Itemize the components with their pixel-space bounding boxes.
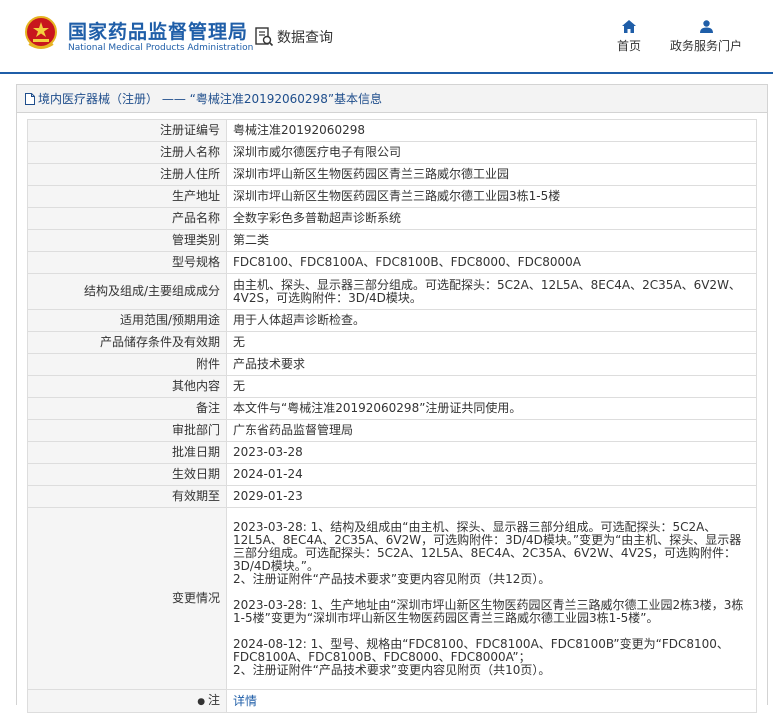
data-query-label: 数据查询 <box>277 30 333 46</box>
field-value: 2023-03-28 <box>226 441 757 464</box>
user-icon <box>699 20 713 33</box>
table-row: 注册证编号 粤械注准20192060298 <box>27 119 757 142</box>
field-label: 批准日期 <box>27 441 227 464</box>
table-row-changes: 变更情况 2023-03-28: 1、结构及组成由“由主机、探头、显示器三部分组成… <box>27 507 757 690</box>
change-line: 2023-03-28: 1、生产地址由“深圳市坪山新区生物医药园区青兰三路威尔德… <box>233 597 744 625</box>
site-title: 国家药品监督管理局 <box>68 21 249 43</box>
field-value: 粤械注准20192060298 <box>226 119 757 142</box>
field-value: 广东省药品监督管理局 <box>226 419 757 442</box>
nav-portal-label: 政务服务门户 <box>669 39 742 53</box>
table-row: 有效期至 2029-01-23 <box>27 485 757 508</box>
change-line: 2、注册证附件“产品技术要求”变更内容见附页（共12页）。 <box>233 571 551 586</box>
field-value: 第二类 <box>226 229 757 252</box>
field-label: 生效日期 <box>27 463 227 486</box>
field-label: 适用范围/预期用途 <box>27 309 227 332</box>
note-label-cell: ● 注 <box>27 689 227 713</box>
field-value: 2029-01-23 <box>226 485 757 508</box>
field-label: 管理类别 <box>27 229 227 252</box>
table-row: 附件 产品技术要求 <box>27 353 757 376</box>
nav-home[interactable]: 首页 <box>611 20 647 54</box>
document-icon <box>25 92 35 105</box>
field-label: 结构及组成/主要组成成分 <box>27 273 227 310</box>
change-line: 2024-08-12: 1、型号、规格由“FDC8100、FDC8100A、FD… <box>233 636 729 664</box>
field-value: 由主机、探头、显示器三部分组成。可选配探头：5C2A、12L5A、8EC4A、2… <box>226 273 757 310</box>
field-value: 无 <box>226 331 757 354</box>
field-label: 产品名称 <box>27 207 227 230</box>
field-label: 有效期至 <box>27 485 227 508</box>
registration-detail-table: 注册证编号 粤械注准20192060298 注册人名称 深圳市威尔德医疗电子有限公司注… <box>27 119 757 713</box>
table-row: 管理类别 第二类 <box>27 229 757 252</box>
changes-label: 变更情况 <box>27 507 227 690</box>
field-label: 注册人名称 <box>27 141 227 164</box>
change-line: 2、注册证附件“产品技术要求”变更内容见附页（共10页）。 <box>233 662 551 677</box>
search-document-icon <box>255 27 274 47</box>
changes-value: 2023-03-28: 1、结构及组成由“由主机、探头、显示器三部分组成。可选配… <box>226 507 757 690</box>
table-row: 生产地址 深圳市坪山新区生物医药园区青兰三路威尔德工业园3栋1-5楼 <box>27 185 757 208</box>
table-row: 审批部门 广东省药品监督管理局 <box>27 419 757 442</box>
field-value: FDC8100、FDC8100A、FDC8100B、FDC8000、FDC800… <box>226 251 757 274</box>
note-label: 注 <box>207 692 220 707</box>
site-header: 国家药品监督管理局 National Medical Products Admi… <box>0 0 773 74</box>
data-query-link[interactable]: 数据查询 <box>254 26 333 48</box>
nav-service-portal[interactable]: 政务服务门户 <box>664 20 748 54</box>
field-label: 其他内容 <box>27 375 227 398</box>
field-label: 审批部门 <box>27 419 227 442</box>
field-value: 无 <box>226 375 757 398</box>
field-value: 2024-01-24 <box>226 463 757 486</box>
field-value: 用于人体超声诊断检查。 <box>226 309 757 332</box>
breadcrumb-text: 境内医疗器械（注册） —— “粤械注准20192060298”基本信息 <box>38 92 383 106</box>
field-label: 产品储存条件及有效期 <box>27 331 227 354</box>
field-label: 生产地址 <box>27 185 227 208</box>
home-icon <box>622 20 636 33</box>
field-label: 注册人住所 <box>27 163 227 186</box>
field-value: 全数字彩色多普勒超声诊断系统 <box>226 207 757 230</box>
table-row: 注册人住所 深圳市坪山新区生物医药园区青兰三路威尔德工业园 <box>27 163 757 186</box>
table-row: 适用范围/预期用途 用于人体超声诊断检查。 <box>27 309 757 332</box>
field-value: 本文件与“粤械注准20192060298”注册证共同使用。 <box>226 397 757 420</box>
field-label: 附件 <box>27 353 227 376</box>
site-subtitle: National Medical Products Administration <box>68 43 254 53</box>
table-row: 批准日期 2023-03-28 <box>27 441 757 464</box>
nav-home-label: 首页 <box>616 39 641 53</box>
table-row: 其他内容无 <box>27 375 757 398</box>
change-spacer <box>233 586 750 599</box>
national-emblem-icon <box>25 16 57 49</box>
note-value-cell: 详情 <box>226 689 757 713</box>
field-label: 备注 <box>27 397 227 420</box>
table-row: 型号规格 FDC8100、FDC8100A、FDC8100B、FDC8000、FD… <box>27 251 757 274</box>
table-row-note: ● 注详情 <box>27 689 757 713</box>
breadcrumb: 境内医疗器械（注册） —— “粤械注准20192060298”基本信息 <box>17 85 767 113</box>
table-row: 结构及组成/主要组成成分 由主机、探头、显示器三部分组成。可选配探头：5C2A、1… <box>27 273 757 310</box>
table-row: 备注 本文件与“粤械注准20192060298”注册证共同使用。 <box>27 397 757 420</box>
field-label: 注册证编号 <box>27 119 227 142</box>
change-spacer <box>233 625 750 638</box>
table-row: 产品储存条件及有效期无 <box>27 331 757 354</box>
field-value: 产品技术要求 <box>226 353 757 376</box>
field-label: 型号规格 <box>27 251 227 274</box>
field-value: 深圳市威尔德医疗电子有限公司 <box>226 141 757 164</box>
detail-panel: 境内医疗器械（注册） —— “粤械注准20192060298”基本信息 注册证编… <box>16 84 768 713</box>
note-icon: ● <box>197 696 208 707</box>
table-row: 生效日期 2024-01-24 <box>27 463 757 486</box>
change-line: 2023-03-28: 1、结构及组成由“由主机、探头、显示器三部分组成。可选配… <box>233 519 742 573</box>
table-row: 产品名称 全数字彩色多普勒超声诊断系统 <box>27 207 757 230</box>
field-value: 深圳市坪山新区生物医药园区青兰三路威尔德工业园 <box>226 163 757 186</box>
details-link[interactable]: 详情 <box>233 694 257 708</box>
table-row: 注册人名称 深圳市威尔德医疗电子有限公司 <box>27 141 757 164</box>
field-value: 深圳市坪山新区生物医药园区青兰三路威尔德工业园3栋1-5楼 <box>226 185 757 208</box>
